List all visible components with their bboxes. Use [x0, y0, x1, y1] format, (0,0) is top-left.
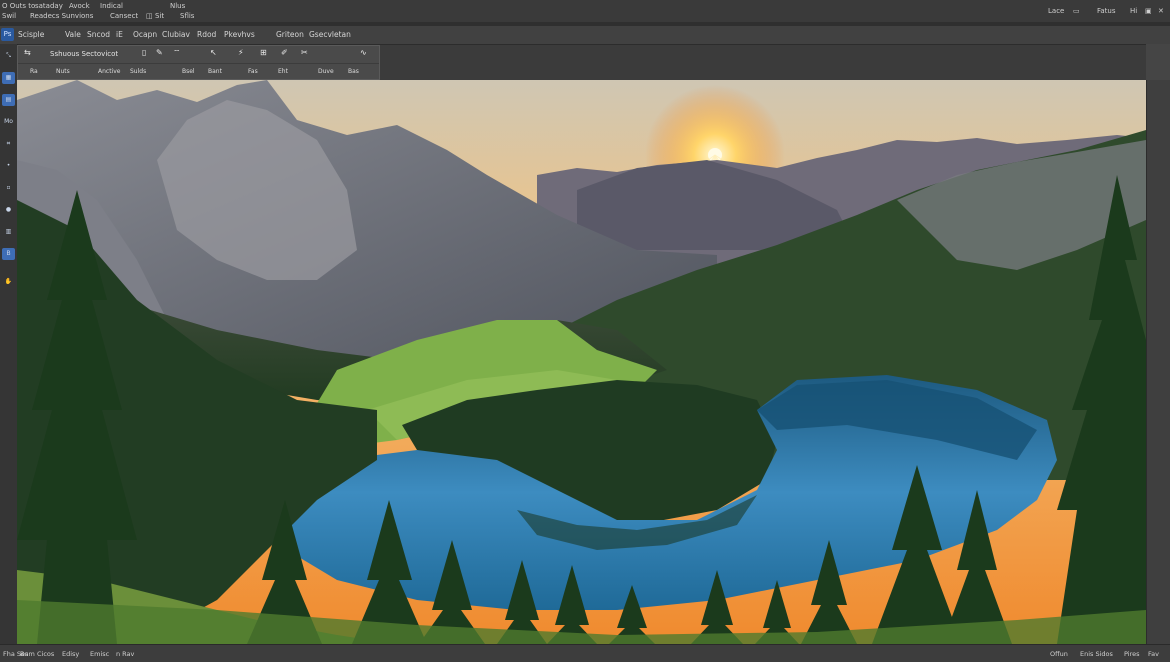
status-pires[interactable]: Pires: [1124, 650, 1140, 658]
sys-right-hi[interactable]: Hi: [1130, 7, 1137, 15]
status-enis-sidos[interactable]: Enis Sidos: [1080, 650, 1113, 658]
lasso-tool-icon[interactable]: ▤: [2, 94, 15, 106]
menu-item-ie[interactable]: iE: [116, 30, 123, 39]
menu-item-scisple[interactable]: Scisple: [18, 30, 44, 39]
status-emisc[interactable]: Emisc: [90, 650, 109, 658]
scissors-icon[interactable]: ✂: [301, 48, 308, 57]
sys-label-avock: Avock: [69, 2, 90, 10]
status-bar: Fha Ses Bam Cicos Edisy Emisc n Rav Offu…: [0, 644, 1170, 662]
close-icon[interactable]: ✕: [1158, 7, 1164, 15]
landscape-photo: [17, 80, 1146, 644]
eraser-tool-icon[interactable]: ●: [2, 204, 15, 216]
sys-label-cansect: Cansect: [110, 12, 139, 20]
right-panel-strip: [1146, 44, 1170, 644]
rail-label-mo[interactable]: Mo: [2, 116, 15, 128]
opt-bsel[interactable]: Bsel: [182, 68, 195, 75]
document-icon[interactable]: ▯: [142, 48, 146, 57]
menu-item-sncod[interactable]: Sncod: [87, 30, 110, 39]
status-tag-sit: Sit: [155, 12, 165, 20]
system-bar: O Outs to sataday Avock Indical Swil Rea…: [0, 0, 1170, 23]
menu-item-ocapn[interactable]: Ocapn: [133, 30, 157, 39]
status-fav[interactable]: Fav: [1148, 650, 1159, 658]
menu-bar: Scisple Vale Sncod iE Ocapn Clubiav Rdod…: [0, 26, 1170, 45]
opt-eht[interactable]: Eht: [278, 68, 288, 75]
menu-item-rdod[interactable]: Rdod: [197, 30, 216, 39]
app-logo: Ps: [1, 28, 14, 41]
options-bar: ⇆ Sshuous Sectovicot ▯ ✎ ⌔ ↖ ⚡ ⊞ ✐ ✂ ∿ R…: [17, 45, 380, 80]
move-tool-icon[interactable]: ⤡: [2, 50, 15, 62]
status-tag-nlus: Nlus: [170, 2, 186, 10]
status-cicos[interactable]: Cicos: [37, 650, 54, 658]
opt-bant[interactable]: Bant: [208, 68, 222, 75]
stamp-tool-icon[interactable]: ▫: [2, 182, 15, 194]
opt-fas[interactable]: Fas: [248, 68, 258, 75]
opt-duve[interactable]: Duve: [318, 68, 334, 75]
minimize-icon[interactable]: ▭: [1073, 7, 1080, 15]
text-tool-icon[interactable]: B: [2, 248, 15, 260]
brush-options-icon[interactable]: ✐: [281, 48, 288, 57]
status-bam[interactable]: Bam: [20, 650, 35, 658]
status-tag-sflis: Sflis: [180, 12, 195, 20]
opt-nuts[interactable]: Nuts: [56, 68, 70, 75]
tools-panel: ⤡ ▦ ▤ Mo ⌗ • ▫ ● ▥ B ✋: [0, 44, 18, 644]
sys-label-indical: Indical: [100, 2, 123, 10]
menu-item-vale[interactable]: Vale: [65, 30, 81, 39]
sys-label-swil: Swil: [2, 12, 17, 20]
sys-label-outs: O Outs to: [2, 2, 36, 10]
magic-wand-icon[interactable]: ⚡: [238, 48, 244, 57]
brush-tool-icon[interactable]: •: [2, 160, 15, 172]
opt-bas[interactable]: Bas: [348, 68, 359, 75]
hand-tool-icon[interactable]: ✋: [2, 276, 15, 288]
status-offun[interactable]: Offun: [1050, 650, 1068, 658]
shape-icon[interactable]: ⌔: [173, 48, 181, 58]
document-canvas[interactable]: [17, 80, 1146, 644]
sys-label-readecs: Readecs Sunvions: [30, 12, 94, 20]
window-icon[interactable]: ▣: [1145, 7, 1152, 15]
status-rav[interactable]: n Rav: [116, 650, 134, 658]
tool-preset-icon[interactable]: ⇆: [24, 48, 31, 57]
pen-icon[interactable]: ✎: [156, 48, 163, 57]
crop-tool-icon[interactable]: ⌗: [2, 138, 15, 150]
opt-anctive[interactable]: Anctive: [98, 68, 120, 75]
grid-icon[interactable]: ⊞: [260, 48, 267, 57]
square-icon[interactable]: ◫: [146, 12, 153, 20]
arrow-icon[interactable]: ↖: [210, 48, 217, 57]
sys-label-sataday: sataday: [35, 2, 63, 10]
menu-item-pkevhvs[interactable]: Pkevhvs: [224, 30, 255, 39]
sys-right-lace[interactable]: Lace: [1048, 7, 1064, 15]
status-edisy[interactable]: Edisy: [62, 650, 79, 658]
wand-icon[interactable]: ∿: [360, 48, 367, 57]
gradient-tool-icon[interactable]: ▥: [2, 226, 15, 238]
right-panel-top: [1146, 44, 1170, 80]
options-divider: [18, 63, 379, 64]
menu-item-griteon[interactable]: Griteon: [276, 30, 304, 39]
opt-sulds[interactable]: Sulds: [130, 68, 146, 75]
select-tool-icon[interactable]: ▦: [2, 72, 15, 84]
menu-item-clubiav[interactable]: Clubiav: [162, 30, 190, 39]
opt-ra[interactable]: Ra: [30, 68, 38, 75]
options-label: Sshuous Sectovicot: [50, 50, 119, 58]
sys-right-fatus[interactable]: Fatus: [1097, 7, 1116, 15]
menu-item-gsecvletan[interactable]: Gsecvletan: [309, 30, 351, 39]
